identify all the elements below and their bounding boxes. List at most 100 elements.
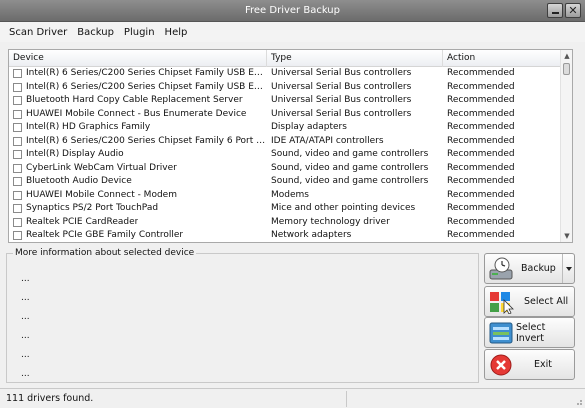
device-cell: Realtek PCIe GBE Family Controller — [9, 229, 267, 242]
close-icon: ✕ — [568, 4, 578, 17]
resize-grip-icon[interactable] — [573, 396, 583, 406]
select-invert-button[interactable]: Select Invert — [484, 317, 575, 348]
table-row[interactable]: Intel(R) HD Graphics Family Display adapt… — [9, 121, 561, 135]
info-line: ... — [21, 293, 30, 303]
device-name: Realtek PCIE CardReader — [26, 216, 139, 227]
table-row[interactable]: Synaptics PS/2 Port TouchPad Mice and oth… — [9, 202, 561, 216]
minimize-button[interactable] — [547, 3, 563, 18]
device-action: Recommended — [447, 189, 515, 200]
hard-drive-clock-icon — [489, 257, 513, 280]
row-checkbox[interactable] — [13, 150, 22, 160]
device-type: Sound, video and game controllers — [271, 176, 429, 186]
device-cell: Intel(R) 6 Series/C200 Series Chipset Fa… — [9, 67, 267, 81]
table-row[interactable]: HUAWEI Mobile Connect - Modem Modems Recom… — [9, 189, 561, 203]
table-row[interactable]: Bluetooth Hard Copy Cable Replacement Se… — [9, 94, 561, 108]
column-header-action[interactable]: Action — [443, 50, 561, 67]
device-type: Modems — [271, 189, 309, 200]
menu-scan-driver[interactable]: Scan Driver — [4, 27, 72, 38]
device-type: Universal Serial Bus controllers — [271, 68, 412, 78]
table-row[interactable]: Realtek PCIe GBE Family Controller Networ… — [9, 229, 561, 242]
backup-button[interactable]: Backup — [484, 253, 575, 284]
chevron-down-icon — [565, 266, 572, 271]
menu-bar: Scan Driver Backup Plugin Help — [0, 22, 585, 42]
row-checkbox[interactable] — [13, 136, 22, 146]
device-action: Recommended — [447, 81, 515, 92]
row-checkbox[interactable] — [13, 82, 22, 92]
row-checkbox[interactable] — [13, 217, 22, 227]
device-action: Recommended — [447, 176, 515, 186]
window-title: Free Driver Backup — [244, 5, 340, 16]
device-action: Recommended — [447, 216, 515, 227]
table-row[interactable]: Realtek PCIE CardReader Memory technology… — [9, 216, 561, 230]
backup-label: Backup — [521, 263, 556, 274]
device-name: Intel(R) 6 Series/C200 Series Chipset Fa… — [26, 135, 267, 146]
row-checkbox[interactable] — [13, 123, 22, 133]
row-checkbox[interactable] — [13, 69, 22, 79]
puzzle-cursor-icon — [490, 292, 514, 314]
select-invert-label: Select Invert — [516, 321, 546, 344]
menu-help[interactable]: Help — [160, 27, 193, 38]
row-checkbox[interactable] — [13, 190, 22, 200]
device-name: Synaptics PS/2 Port TouchPad — [26, 203, 159, 213]
title-bar: Free Driver Backup ✕ — [0, 0, 585, 22]
scroll-thumb[interactable] — [563, 63, 570, 75]
row-checkbox[interactable] — [13, 109, 22, 119]
device-cell: Bluetooth Hard Copy Cable Replacement Se… — [9, 94, 267, 108]
device-cell: HUAWEI Mobile Connect - Modem — [9, 189, 267, 203]
table-row[interactable]: Intel(R) 6 Series/C200 Series Chipset Fa… — [9, 135, 561, 149]
info-line: ... — [21, 312, 30, 322]
device-action: Recommended — [447, 95, 515, 105]
menu-backup[interactable]: Backup — [72, 27, 119, 38]
scroll-up-icon[interactable]: ▲ — [561, 50, 572, 62]
column-header-device[interactable]: Device — [9, 50, 267, 67]
device-type: Network adapters — [271, 230, 352, 240]
device-name: HUAWEI Mobile Connect - Bus Enumerate De… — [26, 108, 247, 119]
device-action: Recommended — [447, 108, 515, 119]
device-info-title: More information about selected device — [13, 248, 197, 258]
device-type: Mice and other pointing devices — [271, 203, 416, 213]
device-action: Recommended — [447, 68, 515, 78]
driver-list[interactable]: Device Type Action Intel(R) 6 Series/C20… — [8, 49, 573, 243]
device-cell: Intel(R) 6 Series/C200 Series Chipset Fa… — [9, 135, 267, 149]
table-row[interactable]: Intel(R) 6 Series/C200 Series Chipset Fa… — [9, 67, 561, 81]
device-name: HUAWEI Mobile Connect - Modem — [26, 189, 177, 200]
list-header: Device Type Action — [9, 50, 561, 67]
device-type: Universal Serial Bus controllers — [271, 108, 412, 119]
exit-button[interactable]: Exit — [484, 349, 575, 380]
row-checkbox[interactable] — [13, 177, 22, 187]
status-separator — [346, 390, 347, 407]
device-name: Intel(R) 6 Series/C200 Series Chipset Fa… — [26, 68, 267, 78]
device-name: Bluetooth Hard Copy Cable Replacement Se… — [26, 95, 243, 105]
close-button[interactable]: ✕ — [565, 3, 581, 18]
device-type: Sound, video and game controllers — [271, 149, 429, 159]
device-cell: Synaptics PS/2 Port TouchPad — [9, 202, 267, 216]
select-all-button[interactable]: Select All — [484, 286, 575, 317]
status-text: 111 drivers found. — [6, 393, 94, 404]
vertical-scrollbar[interactable]: ▲ ▼ — [560, 50, 572, 242]
device-name: Intel(R) HD Graphics Family — [26, 122, 151, 132]
row-checkbox[interactable] — [13, 163, 22, 173]
minimize-icon — [551, 12, 559, 14]
table-row[interactable]: Bluetooth Audio Device Sound, video and g… — [9, 175, 561, 189]
device-type: Memory technology driver — [271, 216, 390, 227]
device-cell: Realtek PCIE CardReader — [9, 216, 267, 230]
list-invert-icon — [489, 322, 513, 344]
scroll-down-icon[interactable]: ▼ — [561, 230, 572, 242]
table-row[interactable]: HUAWEI Mobile Connect - Bus Enumerate De… — [9, 108, 561, 122]
column-header-type[interactable]: Type — [267, 50, 443, 67]
device-type: IDE ATA/ATAPI controllers — [271, 135, 384, 146]
row-checkbox[interactable] — [13, 231, 22, 241]
table-row[interactable]: Intel(R) Display Audio Sound, video and g… — [9, 148, 561, 162]
device-type: Sound, video and game controllers — [271, 162, 429, 173]
menu-plugin[interactable]: Plugin — [119, 27, 160, 38]
select-all-label: Select All — [524, 296, 569, 307]
row-checkbox[interactable] — [13, 96, 22, 106]
red-x-icon — [490, 354, 512, 376]
row-checkbox[interactable] — [13, 204, 22, 214]
info-line: ... — [21, 369, 30, 379]
device-action: Recommended — [447, 135, 515, 146]
info-line: ... — [21, 350, 30, 360]
table-row[interactable]: CyberLink WebCam Virtual Driver Sound, vi… — [9, 162, 561, 176]
table-row[interactable]: Intel(R) 6 Series/C200 Series Chipset Fa… — [9, 81, 561, 95]
backup-dropdown[interactable] — [562, 254, 574, 283]
